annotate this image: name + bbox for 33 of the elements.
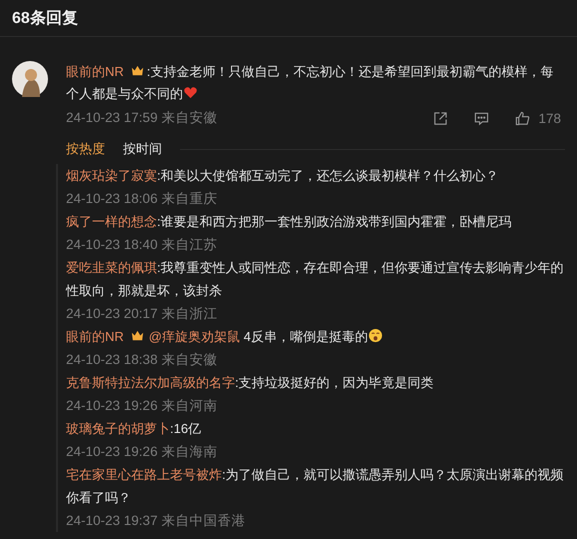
reply-text: 烟灰玷染了寂寞:和美以大使馆都互动完了，还怎么谈最初模样？什么初心？: [66, 167, 500, 185]
reply-time: 24-10-23 18:06 来自重庆: [66, 190, 218, 208]
panel-title: 68条回复: [12, 8, 78, 28]
user-name[interactable]: 玻璃兔子的胡萝卜: [66, 421, 170, 436]
mention-link[interactable]: @痒旋奥劝架鼠: [148, 329, 240, 344]
sort-tab[interactable]: 按时间: [123, 140, 162, 158]
like-icon[interactable]: [515, 110, 530, 126]
reply-time: 24-10-23 19:26 来自海南: [66, 443, 218, 461]
comment-text: 眼前的NR :支持金老师！只做自己，不忘初心！还是希望回到最初霸气的模样，每个人都是与众不同的: [66, 62, 554, 103]
reply-text: 眼前的NR @痒旋奥劝架鼠 4反串，嘴倒是挺毒的: [66, 325, 565, 348]
reply-text: 玻璃兔子的胡萝卜:16亿: [66, 420, 202, 438]
share-icon[interactable]: [433, 110, 448, 126]
reply-text: 克鲁斯特拉法尔加高级的名字:支持垃圾挺好的，因为毕竟是同类: [66, 374, 435, 392]
user-name[interactable]: 眼前的NR: [66, 329, 124, 344]
user-name[interactable]: 眼前的NR: [66, 64, 124, 79]
reply-text: 宅在家里心在路上老号被炸:为了做自己，就可以撒谎愚弄别人吗？太原演出谢幕的视频你看了吗？: [66, 466, 565, 507]
reply-time: 24-10-23 19:37 来自中国香港: [66, 512, 246, 530]
comment-time: 24-10-23 17:59 来自安徽: [66, 109, 218, 127]
reply-text: 疯了一样的想念:谁要是和西方把那一套性别政治游戏带到国内霍霍，卧槽尼玛: [66, 213, 513, 231]
user-name[interactable]: 克鲁斯特拉法尔加高级的名字: [66, 375, 235, 390]
user-name[interactable]: 爱吃韭菜的佩琪: [66, 260, 157, 275]
user-name[interactable]: 宅在家里心在路上老号被炸: [66, 467, 222, 482]
avatar[interactable]: [12, 61, 48, 97]
reply-text: 爱吃韭菜的佩琪:我尊重变性人或同性恋，存在即合理，但你要通过宣传去影响青少年的性取向，那就是坏，该封杀: [66, 259, 565, 300]
user-name[interactable]: 疯了一样的想念: [66, 214, 157, 229]
reply-time: 24-10-23 18:38 来自安徽: [66, 351, 218, 369]
reply-time: 24-10-23 18:40 来自江苏: [66, 236, 218, 254]
reply-time: 24-10-23 20:17 来自浙江: [66, 305, 218, 323]
comment-icon[interactable]: [474, 110, 490, 126]
user-name[interactable]: 烟灰玷染了寂寞: [66, 168, 157, 183]
sort-tab[interactable]: 按热度: [66, 140, 105, 158]
like-count: 178: [538, 110, 561, 126]
reply-time: 24-10-23 19:26 来自河南: [66, 397, 218, 415]
